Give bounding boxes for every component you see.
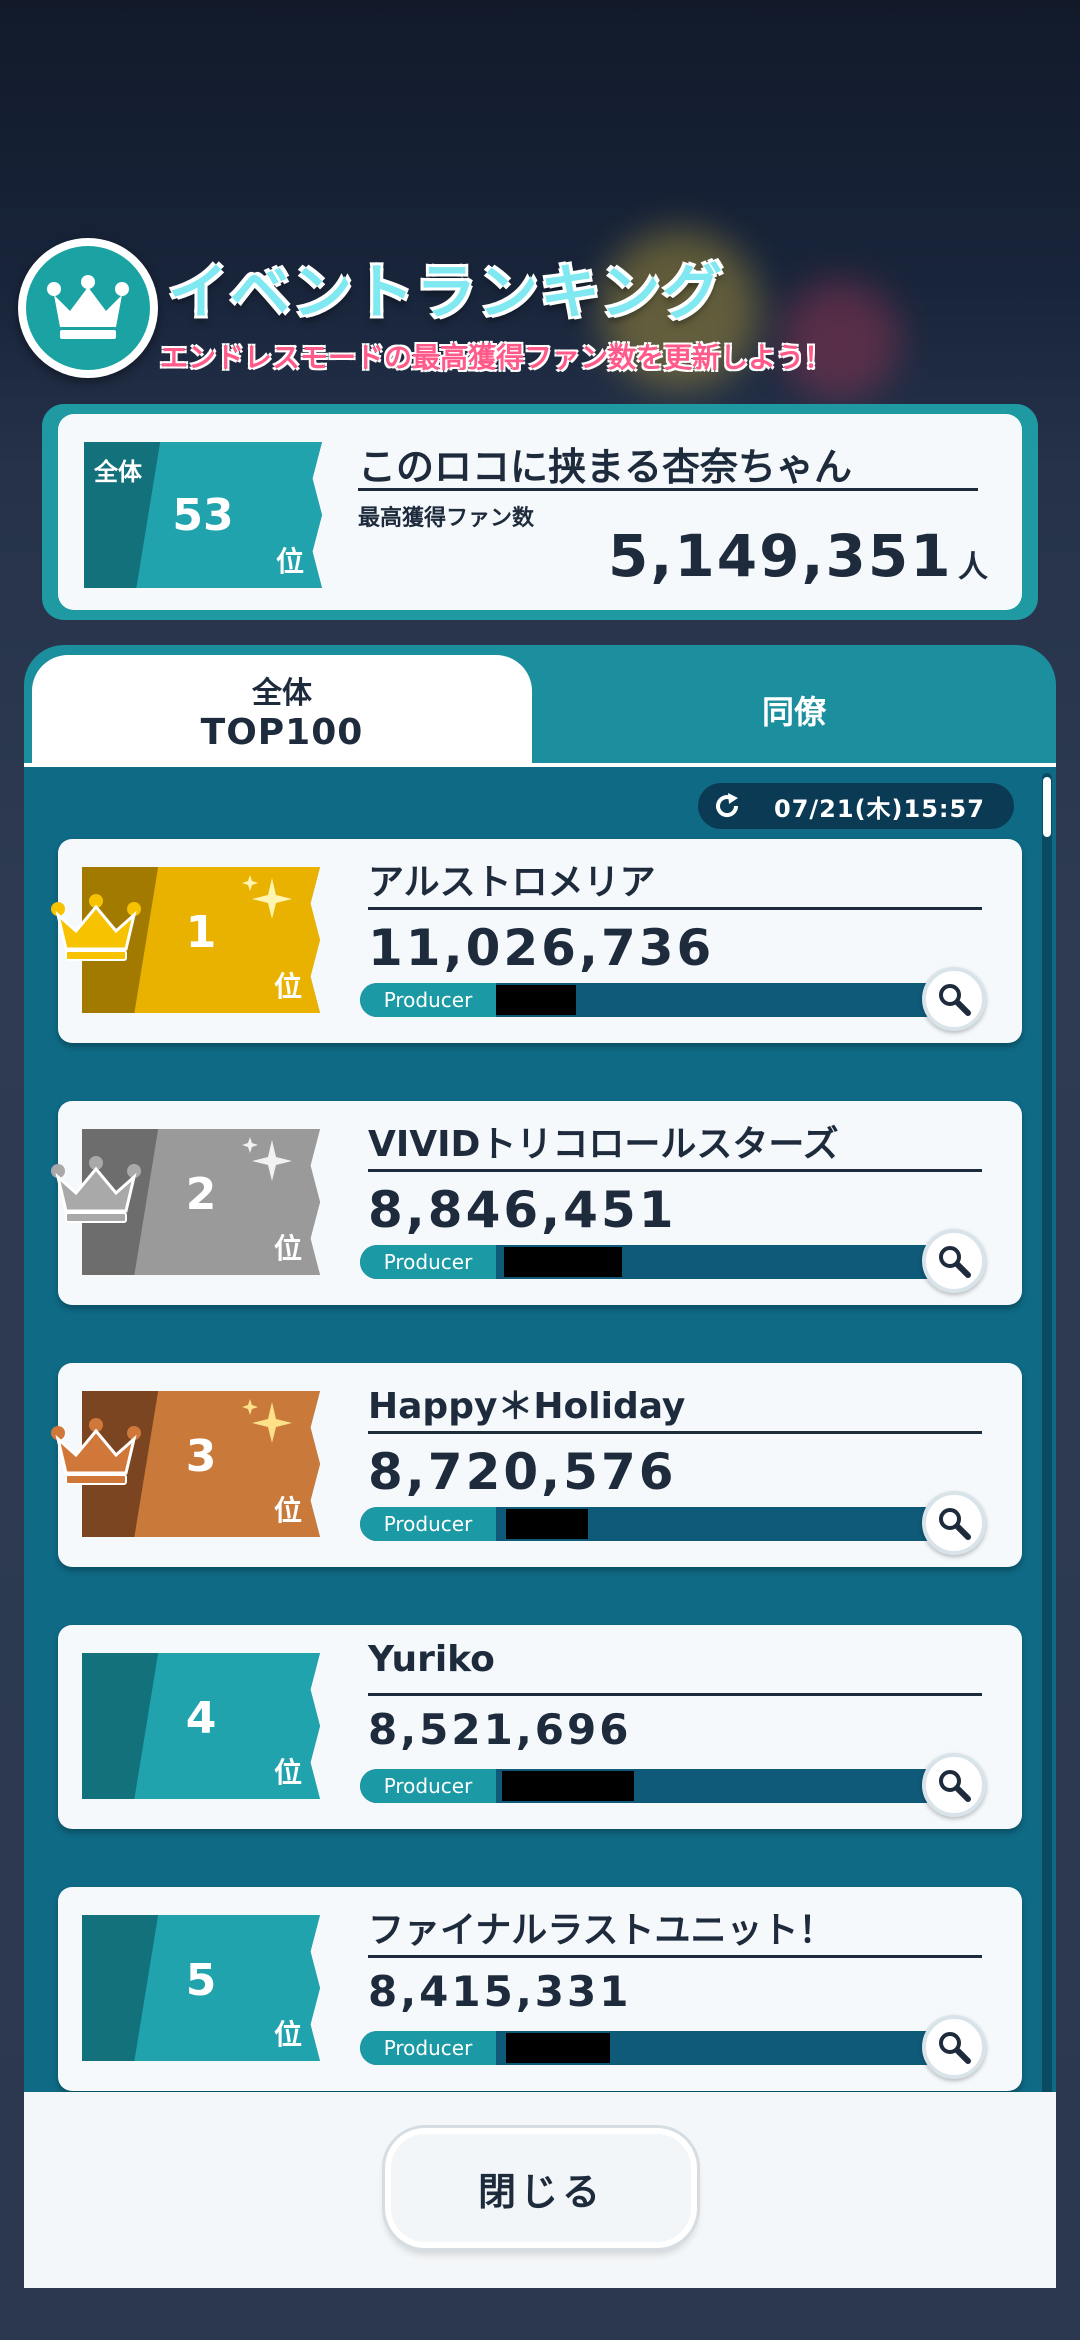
divider bbox=[368, 1955, 982, 1958]
rank-suffix: 位 bbox=[273, 970, 302, 1003]
page-title: イベントランキング bbox=[168, 258, 725, 328]
entry-name: アルストロメリア bbox=[368, 862, 656, 903]
entry-fans: 8,415,331 bbox=[368, 1967, 632, 2016]
sparkle-icon bbox=[242, 875, 292, 919]
producer-bar: Producer bbox=[360, 1769, 942, 1803]
my-rank-inner: 全体 53 位 このロコに挟まる杏奈ちゃん 最高獲得ファン数 5,149,351… bbox=[58, 414, 1022, 610]
search-icon bbox=[939, 1246, 971, 1278]
fans-label: 最高獲得ファン数 bbox=[358, 506, 535, 531]
event-ranking-header: イベントランキング エンドレスモードの最高獲得ファン数を更新しよう！ bbox=[18, 238, 1078, 388]
producer-label: Producer bbox=[360, 983, 496, 1017]
silver-crown-icon bbox=[51, 1156, 141, 1223]
ranking-entry-2: 2 位 VIVIDトリコロールスターズ 8,846,451 Producer bbox=[51, 1101, 1022, 1305]
divider bbox=[368, 1169, 982, 1172]
divider bbox=[368, 1693, 982, 1696]
bronze-crown-icon bbox=[51, 1418, 141, 1485]
search-button[interactable] bbox=[922, 2015, 986, 2079]
rank-number: 5 bbox=[185, 1955, 217, 2006]
my-unit-name: このロコに挟まる杏奈ちゃん bbox=[358, 445, 853, 489]
rank-suffix: 位 bbox=[273, 2018, 302, 2051]
rank-scope-label: 全体 bbox=[94, 458, 142, 486]
gold-crown-icon bbox=[51, 894, 141, 961]
refresh-icon bbox=[704, 783, 750, 829]
rank-box: 4 位 bbox=[82, 1653, 320, 1799]
entry-fans: 8,846,451 bbox=[368, 1181, 677, 1239]
producer-bar: Producer bbox=[360, 983, 942, 1017]
entry-name: ファイナルラストユニット！ bbox=[368, 1910, 835, 1951]
fans-unit: 人 bbox=[958, 550, 988, 585]
rank-suffix: 位 bbox=[273, 1494, 302, 1527]
divider bbox=[368, 1431, 982, 1434]
producer-label: Producer bbox=[360, 1769, 496, 1803]
producer-label: Producer bbox=[360, 1507, 496, 1541]
search-icon bbox=[939, 1508, 971, 1540]
rank-number: 4 bbox=[185, 1693, 217, 1744]
redacted-producer-name bbox=[506, 1509, 588, 1539]
redacted-producer-name bbox=[504, 1247, 622, 1277]
ranking-list[interactable]: 07/21(木)15:57 1 位 アルストロメリア 11,026,736 Pr… bbox=[24, 767, 1056, 2285]
rank-suffix: 位 bbox=[273, 1756, 302, 1789]
producer-bar: Producer bbox=[360, 2031, 942, 2065]
tab-overall-line2: TOP100 bbox=[200, 711, 364, 753]
search-icon bbox=[939, 984, 971, 1016]
entry-name: VIVIDトリコロールスターズ bbox=[368, 1124, 839, 1165]
scrollbar-thumb[interactable] bbox=[1043, 777, 1051, 837]
tab-overall-line1: 全体 bbox=[252, 675, 312, 711]
search-icon bbox=[939, 2032, 971, 2064]
entry-fans: 8,521,696 bbox=[368, 1705, 632, 1754]
entry-fans: 8,720,576 bbox=[368, 1443, 677, 1501]
redacted-producer-name bbox=[506, 2033, 610, 2063]
rank-suffix: 位 bbox=[275, 545, 304, 578]
my-fans-count: 5,149,351 bbox=[608, 522, 953, 590]
ranking-entry-3: 3 位 Happy＊Holiday 8,720,576 Producer bbox=[51, 1363, 1022, 1567]
ranking-panel: 全体 TOP100 同僚 07/21(木)15:57 1 位 アルストロメリア … bbox=[24, 645, 1056, 2285]
entry-name: Yuriko bbox=[368, 1639, 495, 1680]
search-button[interactable] bbox=[922, 1491, 986, 1555]
refresh-button[interactable]: 07/21(木)15:57 bbox=[698, 783, 1014, 829]
tab-overall-top100[interactable]: 全体 TOP100 bbox=[32, 655, 532, 765]
search-button[interactable] bbox=[922, 1229, 986, 1293]
close-button[interactable]: 閉じる bbox=[385, 2128, 697, 2248]
producer-label: Producer bbox=[360, 1245, 496, 1279]
rank-box: 5 位 bbox=[82, 1915, 320, 2061]
my-rank-card: 全体 53 位 このロコに挟まる杏奈ちゃん 最高獲得ファン数 5,149,351… bbox=[42, 404, 1038, 620]
crown-badge-icon bbox=[18, 238, 158, 378]
entry-name: Happy＊Holiday bbox=[368, 1386, 686, 1427]
sparkle-icon bbox=[242, 1137, 292, 1181]
sparkle-icon bbox=[242, 1399, 292, 1443]
producer-bar: Producer bbox=[360, 1507, 942, 1541]
updated-timestamp: 07/21(木)15:57 bbox=[774, 794, 985, 823]
scrollbar[interactable] bbox=[1042, 773, 1052, 2103]
my-rank-number: 53 bbox=[172, 490, 234, 541]
tab-colleague[interactable]: 同僚 bbox=[544, 655, 1044, 765]
rank-suffix: 位 bbox=[273, 1232, 302, 1265]
producer-bar: Producer bbox=[360, 1245, 942, 1279]
redacted-producer-name bbox=[496, 985, 576, 1015]
ranking-entry-5: 5 位 ファイナルラストユニット！ 8,415,331 Producer bbox=[58, 1887, 1022, 2091]
divider bbox=[368, 907, 982, 910]
search-button[interactable] bbox=[922, 1753, 986, 1817]
search-button[interactable] bbox=[922, 967, 986, 1031]
divider bbox=[358, 488, 978, 491]
my-rank-box: 全体 53 位 bbox=[84, 442, 322, 588]
ranking-entry-1: 1 位 アルストロメリア 11,026,736 Producer bbox=[51, 839, 1022, 1043]
redacted-producer-name bbox=[502, 1771, 634, 1801]
producer-label: Producer bbox=[360, 2031, 496, 2065]
entry-fans: 11,026,736 bbox=[368, 919, 715, 977]
page-subtitle: エンドレスモードの最高獲得ファン数を更新しよう！ bbox=[160, 341, 833, 374]
search-icon bbox=[939, 1770, 971, 1802]
ranking-entry-4: 4 位 Yuriko 8,521,696 Producer bbox=[58, 1625, 1022, 1829]
